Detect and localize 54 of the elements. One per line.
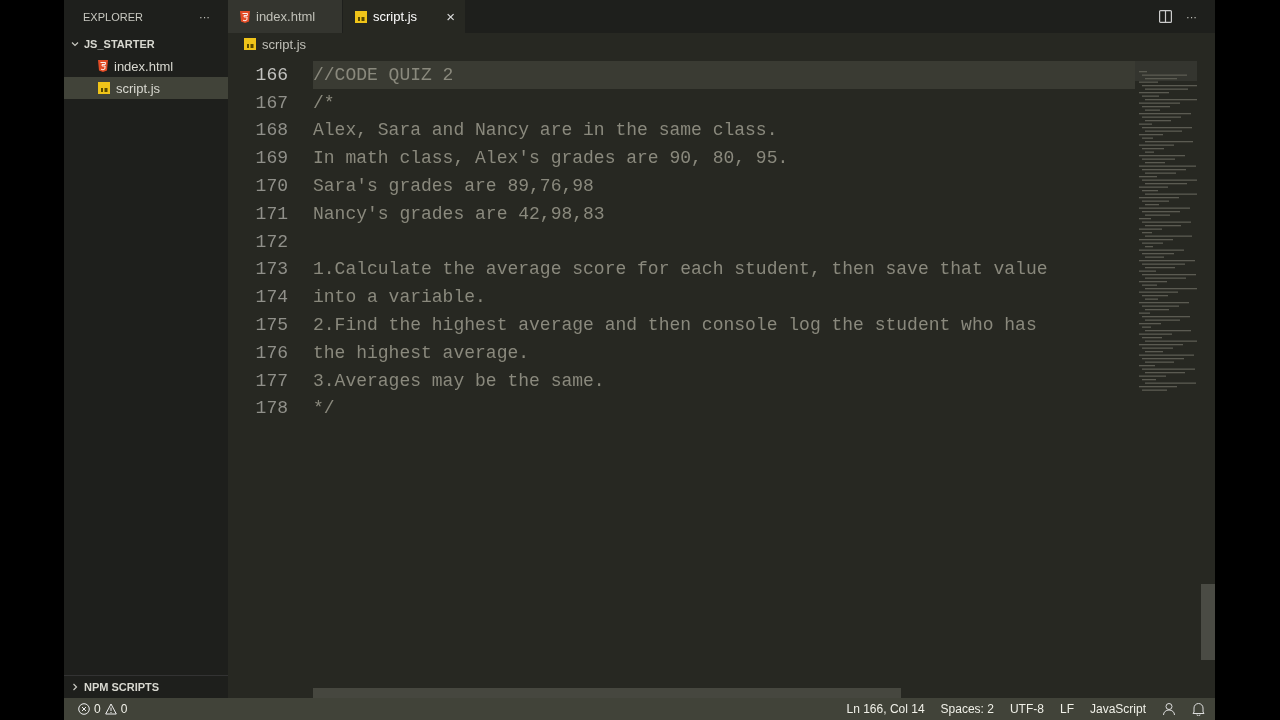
editor-tab[interactable]: script.js × [343, 0, 466, 33]
split-editor-icon[interactable] [1159, 10, 1172, 23]
status-item[interactable]: LF [1059, 702, 1074, 716]
code-line: In math class, Alex's grades are 90, 80, 95. [313, 147, 790, 171]
code-line: 1.Calculate the average score for each student, then save that value [313, 258, 1049, 282]
file-item[interactable]: index.html [64, 55, 228, 77]
js-file-icon [355, 10, 367, 23]
code-line: */ [313, 397, 336, 421]
code-line: /* [313, 91, 336, 115]
editor-tab[interactable]: index.html [228, 0, 343, 33]
file-item[interactable]: script.js [64, 77, 228, 99]
html-file-icon [98, 60, 108, 72]
error-icon [78, 703, 90, 715]
line-number: 166 [254, 64, 288, 85]
line-number: 173 [254, 259, 288, 280]
chevron-right-icon [70, 682, 80, 692]
status-item[interactable]: Spaces: 2 [940, 702, 994, 716]
problems-indicator[interactable]: 0 0 [78, 702, 128, 716]
line-number: 174 [254, 287, 288, 308]
scrollbar-thumb[interactable] [1201, 584, 1215, 660]
code-line: the highest average. [313, 341, 531, 365]
line-number: 178 [254, 398, 288, 419]
close-icon[interactable]: × [432, 8, 455, 25]
line-number: 167 [254, 92, 288, 113]
code-line: Nancy's grades are 42,98,83 [313, 202, 606, 226]
breadcrumb[interactable]: script.js [228, 33, 1215, 55]
code-line: Sara's grades are 89,76,98 [313, 175, 595, 199]
folder-row[interactable]: JS_STARTER [64, 33, 228, 55]
bell-icon[interactable] [1192, 702, 1205, 716]
line-number: 169 [254, 148, 288, 169]
chevron-down-icon [70, 39, 80, 49]
explorer-title: EXPLORER [83, 10, 143, 23]
line-number: 170 [254, 176, 288, 197]
person-icon[interactable] [1162, 702, 1176, 716]
line-number: 171 [254, 203, 288, 224]
line-number: 172 [254, 231, 288, 252]
js-file-icon [98, 82, 110, 94]
line-number: 175 [254, 315, 288, 336]
more-actions-button[interactable]: ··· [1186, 10, 1197, 23]
code-line: 2.Find the highest average and then console log the student who has [313, 314, 1038, 338]
html-file-icon [240, 10, 250, 23]
status-item[interactable]: UTF-8 [1009, 702, 1044, 716]
line-number: 176 [254, 342, 288, 363]
code-line: into a variable. [313, 286, 487, 310]
warning-icon [104, 703, 117, 715]
horizontal-scrollbar[interactable] [313, 688, 901, 698]
line-number: 177 [254, 370, 288, 391]
line-number: 168 [254, 120, 288, 141]
status-item[interactable]: JavaScript [1089, 702, 1146, 716]
more-actions-button[interactable]: ··· [199, 10, 210, 23]
js-file-icon [244, 38, 256, 50]
code-line: 3.Averages may be the same. [313, 369, 606, 393]
status-item[interactable]: Ln 166, Col 14 [846, 702, 925, 716]
code-line: Alex, Sara and Nancy are in the same class. [313, 119, 779, 143]
